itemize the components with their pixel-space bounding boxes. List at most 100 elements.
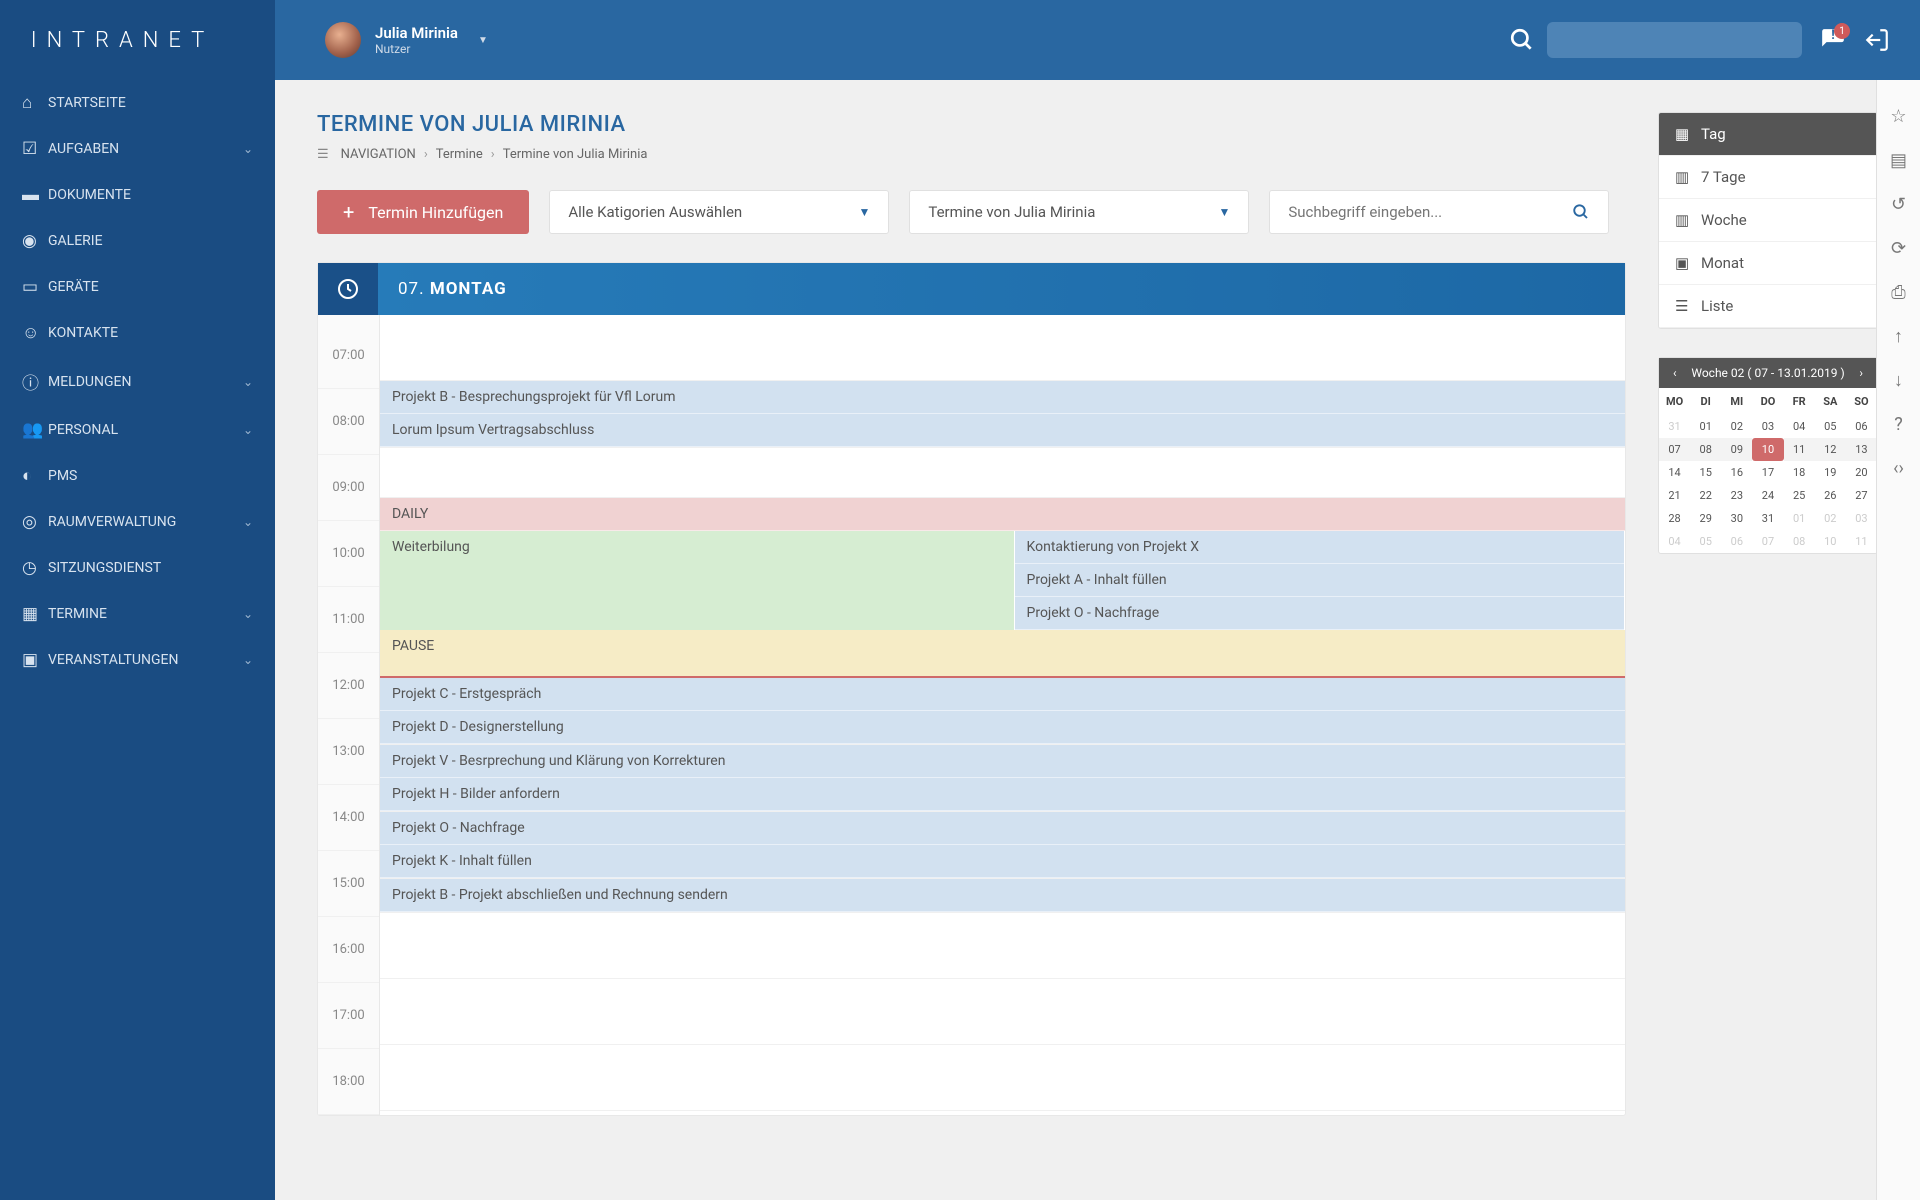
mini-cal-day[interactable]: 08 bbox=[1784, 530, 1815, 553]
view-tab-liste[interactable]: ☰Liste bbox=[1659, 285, 1877, 328]
sidebar-item-aufgaben[interactable]: ☑AUFGABEN⌄ bbox=[0, 126, 275, 172]
sidebar-item-raumverwaltung[interactable]: ◎RAUMVERWALTUNG⌄ bbox=[0, 499, 275, 545]
mini-cal-day[interactable]: 07 bbox=[1752, 530, 1783, 553]
mini-cal-day[interactable]: 30 bbox=[1721, 507, 1752, 530]
mini-cal-day[interactable]: 31 bbox=[1659, 415, 1690, 438]
mini-cal-day[interactable]: 26 bbox=[1815, 484, 1846, 507]
view-tab-tag[interactable]: ▦Tag bbox=[1659, 113, 1877, 156]
event-item[interactable]: Projekt K - Inhalt füllen bbox=[380, 845, 1625, 878]
mini-cal-day[interactable]: 21 bbox=[1659, 484, 1690, 507]
header-search-input[interactable] bbox=[1547, 22, 1802, 58]
sidebar-item-veranstaltungen[interactable]: ▣VERANSTALTUNGEN⌄ bbox=[0, 637, 275, 683]
next-week-button[interactable]: › bbox=[1855, 366, 1867, 380]
mini-cal-day[interactable]: 01 bbox=[1690, 415, 1721, 438]
mini-cal-day[interactable]: 10 bbox=[1815, 530, 1846, 553]
sidebar-item-meldungen[interactable]: ⓘMELDUNGEN⌄ bbox=[0, 356, 275, 407]
mini-cal-day[interactable]: 06 bbox=[1846, 415, 1877, 438]
view-filter-dropdown[interactable]: Termine von Julia Mirinia ▼ bbox=[909, 190, 1249, 234]
mini-cal-day[interactable]: 12 bbox=[1815, 438, 1846, 461]
mini-cal-day[interactable]: 19 bbox=[1815, 461, 1846, 484]
mini-cal-day[interactable]: 04 bbox=[1659, 530, 1690, 553]
book-icon[interactable]: ▤ bbox=[1877, 138, 1920, 182]
sidebar-item-galerie[interactable]: ◉GALERIE bbox=[0, 218, 275, 264]
mini-cal-day[interactable]: 31 bbox=[1752, 507, 1783, 530]
prev-week-button[interactable]: ‹ bbox=[1669, 366, 1681, 380]
refresh-icon[interactable]: ⟳ bbox=[1877, 226, 1920, 270]
mini-cal-day[interactable]: 05 bbox=[1690, 530, 1721, 553]
event-item[interactable]: DAILY bbox=[380, 498, 1625, 531]
mini-cal-day[interactable]: 01 bbox=[1784, 507, 1815, 530]
mini-cal-day[interactable]: 29 bbox=[1690, 507, 1721, 530]
mini-cal-day[interactable]: 18 bbox=[1784, 461, 1815, 484]
mini-cal-day[interactable]: 14 bbox=[1659, 461, 1690, 484]
menu-icon[interactable]: ☰ bbox=[317, 147, 329, 162]
mini-cal-day[interactable]: 11 bbox=[1784, 438, 1815, 461]
sidebar-item-sitzungsdienst[interactable]: ◷SITZUNGSDIENST bbox=[0, 545, 275, 591]
sidebar-item-startseite[interactable]: ⌂STARTSEITE bbox=[0, 80, 275, 126]
time-label: 16:00 bbox=[318, 917, 379, 983]
event-item[interactable]: Projekt O - Nachfrage bbox=[380, 812, 1625, 845]
sidebar-item-dokumente[interactable]: ▬DOKUMENTE bbox=[0, 172, 275, 218]
print-icon[interactable]: ⎙ bbox=[1877, 270, 1920, 314]
mini-cal-day[interactable]: 03 bbox=[1752, 415, 1783, 438]
view-tab-woche[interactable]: ▥Woche bbox=[1659, 199, 1877, 242]
mini-cal-day[interactable]: 05 bbox=[1815, 415, 1846, 438]
event-item[interactable]: PAUSE bbox=[380, 630, 1625, 678]
mini-cal-day[interactable]: 08 bbox=[1690, 438, 1721, 461]
event-item[interactable]: Projekt B - Projekt abschließen und Rech… bbox=[380, 879, 1625, 912]
search-icon[interactable] bbox=[1509, 27, 1535, 53]
logout-icon[interactable] bbox=[1864, 27, 1890, 53]
mini-cal-day[interactable]: 23 bbox=[1721, 484, 1752, 507]
event-item[interactable]: Projekt D - Designerstellung bbox=[380, 711, 1625, 744]
sidebar-item-kontakte[interactable]: ☺KONTAKTE bbox=[0, 310, 275, 356]
search-input[interactable] bbox=[1288, 203, 1572, 221]
brand-logo: INTRANET bbox=[0, 0, 245, 80]
add-appointment-button[interactable]: +Termin Hinzufügen bbox=[317, 190, 529, 234]
user-menu[interactable]: Julia Mirinia Nutzer ▼ bbox=[325, 22, 488, 58]
mini-cal-day[interactable]: 17 bbox=[1752, 461, 1783, 484]
mini-cal-day[interactable]: 04 bbox=[1784, 415, 1815, 438]
messages-icon[interactable]: ! 1 bbox=[1820, 27, 1846, 53]
event-item[interactable]: Projekt H - Bilder anfordern bbox=[380, 778, 1625, 811]
event-item[interactable]: Projekt A - Inhalt füllen bbox=[1015, 564, 1625, 597]
sidebar-item-geräte[interactable]: ▭GERÄTE bbox=[0, 264, 275, 310]
mini-cal-day[interactable]: 25 bbox=[1784, 484, 1815, 507]
mini-cal-day[interactable]: 24 bbox=[1752, 484, 1783, 507]
history-icon[interactable]: ↺ bbox=[1877, 182, 1920, 226]
time-label: 10:00 bbox=[318, 521, 379, 587]
view-tab-7-tage[interactable]: ▥7 Tage bbox=[1659, 156, 1877, 199]
mini-cal-day[interactable]: 06 bbox=[1721, 530, 1752, 553]
mini-cal-day[interactable]: 20 bbox=[1846, 461, 1877, 484]
sidebar-item-personal[interactable]: 👥PERSONAL⌄ bbox=[0, 407, 275, 453]
mini-cal-day[interactable]: 15 bbox=[1690, 461, 1721, 484]
mini-cal-day[interactable]: 02 bbox=[1815, 507, 1846, 530]
event-item[interactable]: Projekt O - Nachfrage bbox=[1015, 597, 1625, 630]
mini-cal-day[interactable]: 11 bbox=[1846, 530, 1877, 553]
mini-cal-day[interactable]: 16 bbox=[1721, 461, 1752, 484]
mini-cal-day[interactable]: 02 bbox=[1721, 415, 1752, 438]
mini-cal-day[interactable]: 03 bbox=[1846, 507, 1877, 530]
mini-cal-day[interactable]: 09 bbox=[1721, 438, 1752, 461]
event-item[interactable]: Projekt B - Besprechungsprojekt für Vfl … bbox=[380, 381, 1625, 414]
help-icon[interactable]: ? bbox=[1877, 402, 1920, 446]
event-item[interactable]: Kontaktierung von Projekt X bbox=[1015, 531, 1625, 564]
sidebar-item-termine[interactable]: ▦TERMINE⌄ bbox=[0, 591, 275, 637]
mini-cal-day[interactable]: 13 bbox=[1846, 438, 1877, 461]
mini-cal-day[interactable]: 22 bbox=[1690, 484, 1721, 507]
star-icon[interactable]: ☆ bbox=[1877, 94, 1920, 138]
mini-cal-day[interactable]: 07 bbox=[1659, 438, 1690, 461]
mini-cal-day[interactable]: 10 bbox=[1752, 438, 1783, 461]
category-filter-dropdown[interactable]: Alle Katigorien Auswählen ▼ bbox=[549, 190, 889, 234]
mini-cal-day[interactable]: 27 bbox=[1846, 484, 1877, 507]
view-tab-monat[interactable]: ▣Monat bbox=[1659, 242, 1877, 285]
event-item[interactable]: Lorum Ipsum Vertragsabschluss bbox=[380, 414, 1625, 447]
event-item[interactable]: Weiterbilung bbox=[380, 531, 1015, 630]
code-icon[interactable]: ‹› bbox=[1877, 446, 1920, 490]
event-item[interactable]: Projekt V - Besrprechung und Klärung von… bbox=[380, 745, 1625, 778]
arrow-up-icon[interactable]: ↑ bbox=[1877, 314, 1920, 358]
calendar-search-input[interactable] bbox=[1269, 190, 1609, 234]
mini-cal-day[interactable]: 28 bbox=[1659, 507, 1690, 530]
sidebar-item-pms[interactable]: ◐PMS bbox=[0, 453, 275, 499]
event-item[interactable]: Projekt C - Erstgespräch bbox=[380, 678, 1625, 711]
arrow-down-icon[interactable]: ↓ bbox=[1877, 358, 1920, 402]
